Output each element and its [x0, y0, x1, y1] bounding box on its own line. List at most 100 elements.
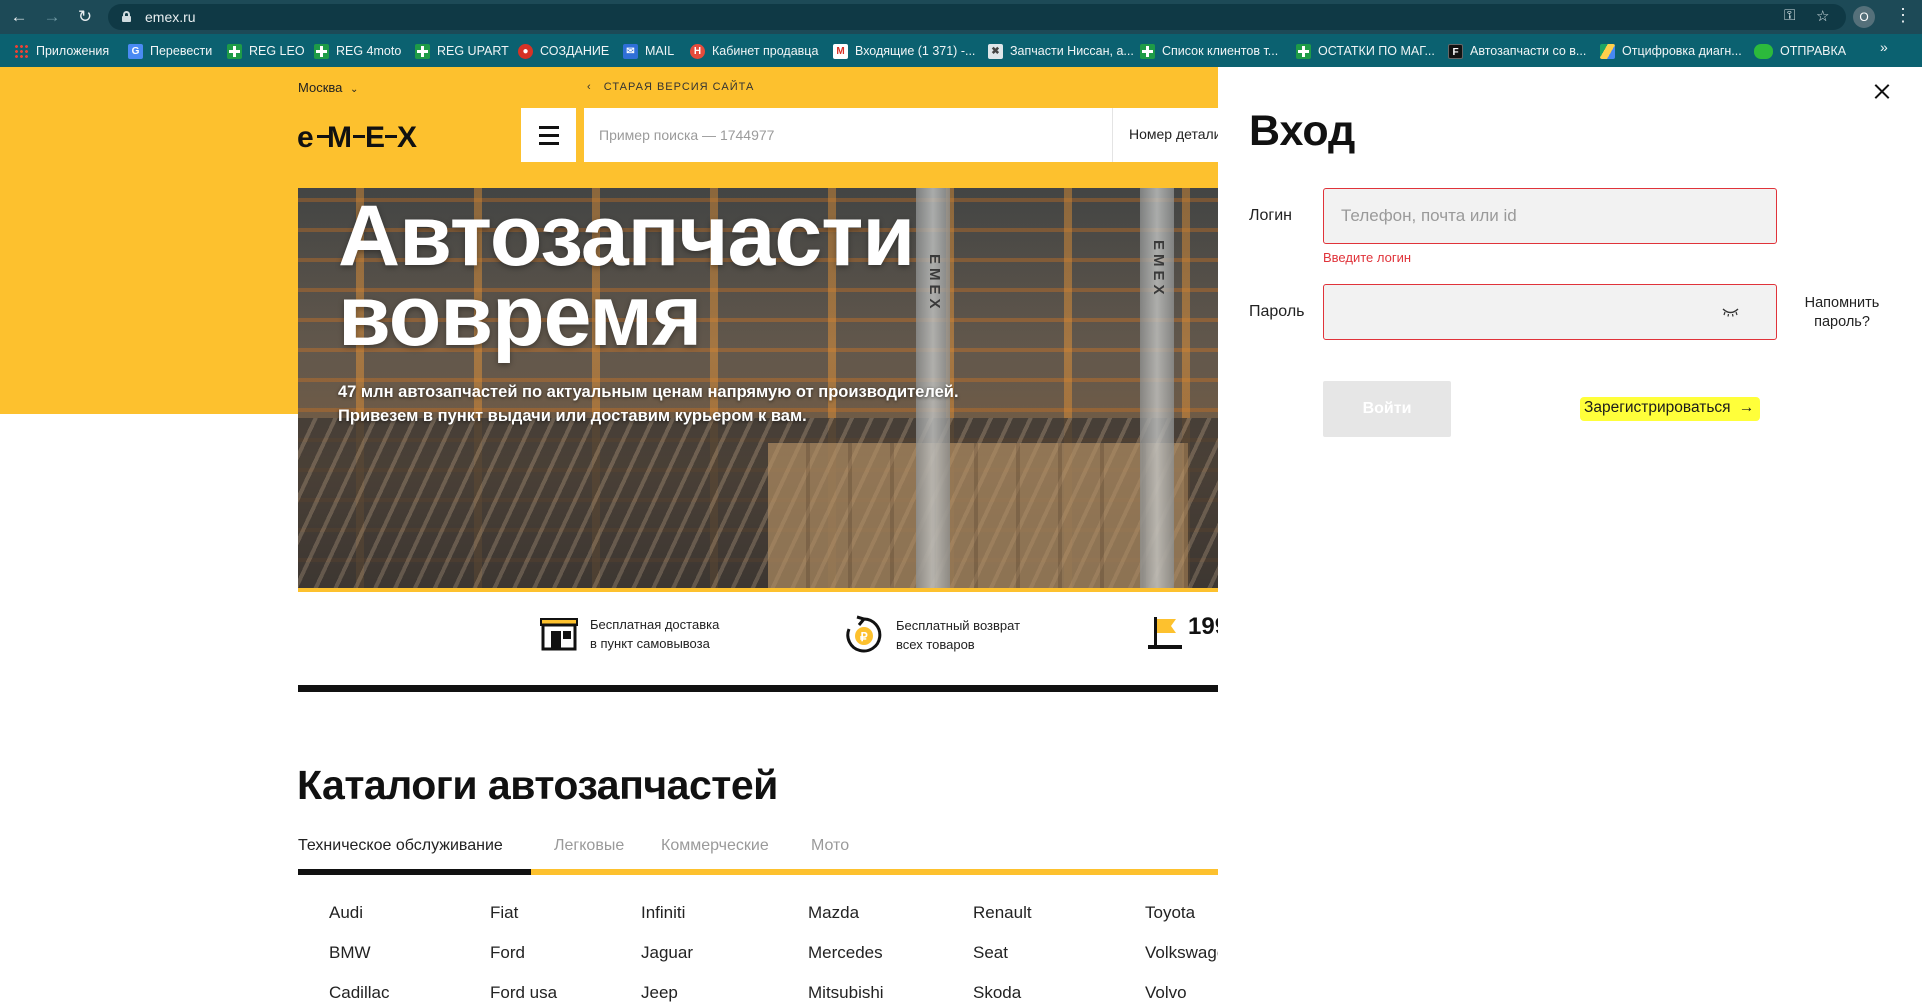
city-selector[interactable]: Москва ⌄ — [298, 80, 358, 95]
svg-text:M: M — [327, 121, 352, 153]
feature-since — [1146, 615, 1184, 653]
lock-icon — [122, 11, 131, 22]
brand-link[interactable]: Mitsubishi — [808, 983, 884, 1003]
old-version-link[interactable]: ‹ СТАРАЯ ВЕРСИЯ САЙТА — [587, 81, 754, 93]
tab-moto[interactable]: Мото — [811, 837, 849, 855]
brand-link[interactable]: Cadillac — [329, 983, 389, 1003]
password-field — [1323, 284, 1777, 340]
black-square-icon: F — [1448, 43, 1463, 59]
login-error: Введите логин — [1323, 250, 1412, 265]
green-plus-icon — [415, 43, 430, 59]
brand-link[interactable]: Ford usa — [490, 983, 557, 1003]
bookmark-item[interactable]: Приложения — [14, 42, 109, 60]
forward-arrow-icon[interactable]: → — [41, 6, 63, 28]
feature-free-return: ₽ Бесплатный возврат всех товаров — [844, 615, 1020, 655]
flag-icon — [1148, 617, 1182, 649]
brand-link[interactable]: Skoda — [973, 983, 1021, 1003]
brand-link[interactable]: Volvo — [1145, 983, 1187, 1003]
login-button[interactable]: Войти — [1323, 381, 1451, 437]
bookmark-item[interactable]: REG LEO — [227, 42, 305, 60]
arrow-right-icon: → — [1738, 399, 1755, 416]
search-input[interactable] — [599, 108, 1099, 162]
drive-icon — [1600, 43, 1615, 59]
menu-icon — [539, 126, 559, 129]
bookmarks-bar: Приложения G Перевести REG LEO REG 4moto… — [0, 34, 1922, 67]
catalog-menu-button[interactable] — [521, 108, 576, 162]
search-divider — [1112, 108, 1113, 162]
green-plus-icon — [314, 43, 329, 59]
brand-link[interactable]: Jeep — [641, 983, 678, 1003]
bookmark-item[interactable]: REG UPART — [415, 42, 509, 60]
bookmarks-overflow-icon[interactable]: » — [1880, 39, 1888, 55]
green-plus-icon — [227, 43, 242, 59]
reload-icon[interactable]: ↻ — [74, 6, 96, 28]
tab-maintenance[interactable]: Техническое обслуживание — [298, 837, 503, 855]
bookmark-item[interactable]: ● СОЗДАНИЕ — [518, 42, 609, 60]
gmail-icon: M — [833, 43, 848, 59]
url-text: emex.ru — [145, 9, 196, 25]
profile-avatar[interactable]: O — [1853, 6, 1875, 28]
close-icon[interactable] — [1871, 81, 1893, 103]
feature-free-delivery: Бесплатная доставка в пункт самовывоза — [540, 615, 719, 653]
bookmark-item[interactable]: Отцифровка диагн... — [1600, 42, 1742, 60]
translate-icon: G — [128, 43, 143, 59]
hero-subtitle: 47 млн автозапчастей по актуальным ценам… — [338, 383, 959, 425]
svg-text:X: X — [397, 121, 417, 153]
login-field — [1323, 188, 1777, 244]
brand-link[interactable]: Fiat — [490, 903, 518, 923]
login-input[interactable] — [1324, 189, 1776, 243]
tab-commercial[interactable]: Коммерческие — [661, 837, 769, 855]
bookmark-item[interactable]: ОТПРАВКА — [1754, 42, 1846, 60]
bookmark-item[interactable]: ✉ MAIL — [623, 42, 674, 60]
svg-text:₽: ₽ — [860, 630, 868, 644]
hero-banner[interactable]: EMEX EMEX Автозапчасти вовремя 47 млн ав… — [298, 188, 1218, 588]
brand-link[interactable]: BMW — [329, 943, 371, 963]
bookmark-item[interactable]: F Автозапчасти со в... — [1448, 42, 1586, 60]
brand-link[interactable]: Audi — [329, 903, 363, 923]
return-ruble-icon: ₽ — [846, 615, 882, 653]
bookmark-item[interactable]: REG 4moto — [314, 42, 401, 60]
brand-link[interactable]: Ford — [490, 943, 525, 963]
apps-grid-icon — [14, 43, 29, 59]
green-plus-icon — [1140, 43, 1155, 59]
bookmark-item[interactable]: M Входящие (1 371) -... — [833, 42, 975, 60]
back-arrow-icon[interactable]: ← — [8, 6, 30, 28]
bookmark-item[interactable]: H Кабинет продавца — [690, 42, 818, 60]
chevron-left-icon: ‹ — [587, 81, 592, 93]
star-icon[interactable]: ☆ — [1816, 7, 1829, 25]
green-oval-icon — [1754, 43, 1773, 59]
register-link[interactable]: Зарегистрироваться → — [1580, 397, 1761, 421]
brand-link[interactable]: Seat — [973, 943, 1008, 963]
pickup-point-icon — [540, 618, 578, 651]
svg-text:E: E — [365, 121, 385, 153]
chevron-down-icon: ⌄ — [350, 84, 359, 95]
bookmark-item[interactable]: ✖ Запчасти Ниссан, а... — [988, 42, 1134, 60]
address-bar[interactable]: emex.ru ⚿ ☆ — [108, 4, 1846, 30]
brand-link[interactable]: Mercedes — [808, 943, 883, 963]
browser-menu-icon[interactable]: ⋮ — [1894, 5, 1912, 26]
tab-passenger[interactable]: Легковые — [554, 837, 624, 855]
site-icon: ✖ — [988, 43, 1003, 59]
seller-icon: H — [690, 43, 705, 59]
emex-logo[interactable]: e M E X — [297, 119, 437, 153]
brand-link[interactable]: Toyota — [1145, 903, 1195, 923]
brand-link[interactable]: Jaguar — [641, 943, 693, 963]
bookmark-item[interactable]: Список клиентов т... — [1140, 42, 1278, 60]
red-badge-icon: ● — [518, 43, 533, 59]
browser-toolbar: ← → ↻ emex.ru ⚿ ☆ O ⋮ — [0, 0, 1922, 34]
bookmark-item[interactable]: G Перевести — [128, 42, 212, 60]
login-title: Вход — [1249, 107, 1356, 155]
search-bar: Номер детали — [584, 108, 1222, 162]
bookmark-item[interactable]: ОСТАТКИ ПО МАГ... — [1296, 42, 1435, 60]
password-input[interactable] — [1324, 285, 1776, 339]
hero-title: Автозапчасти вовремя — [338, 188, 915, 364]
search-type-selector[interactable]: Номер детали — [1129, 126, 1222, 142]
hide-password-icon[interactable] — [1722, 307, 1739, 317]
hero-brand-mark: EMEX — [926, 254, 943, 313]
password-label: Пароль — [1249, 303, 1305, 320]
brand-link[interactable]: Infiniti — [641, 903, 685, 923]
brand-link[interactable]: Renault — [973, 903, 1032, 923]
forgot-password-link[interactable]: Напомнить пароль? — [1787, 294, 1897, 332]
brand-link[interactable]: Mazda — [808, 903, 859, 923]
key-icon[interactable]: ⚿ — [1784, 7, 1795, 24]
